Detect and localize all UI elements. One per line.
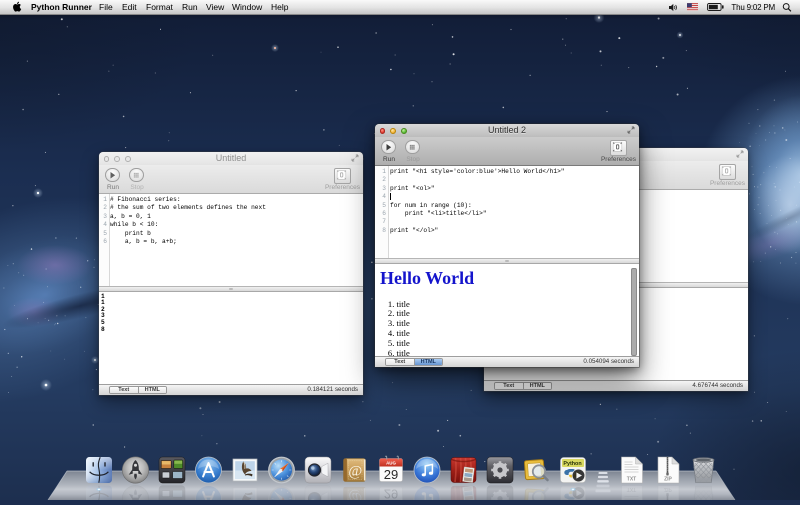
svg-text:Python: Python: [563, 461, 581, 467]
svg-text:AUG: AUG: [386, 461, 396, 466]
svg-text:29: 29: [384, 467, 398, 482]
svg-text:ZIP: ZIP: [664, 477, 672, 483]
svg-text:TXT: TXT: [627, 477, 636, 483]
svg-text:@: @: [348, 464, 362, 480]
